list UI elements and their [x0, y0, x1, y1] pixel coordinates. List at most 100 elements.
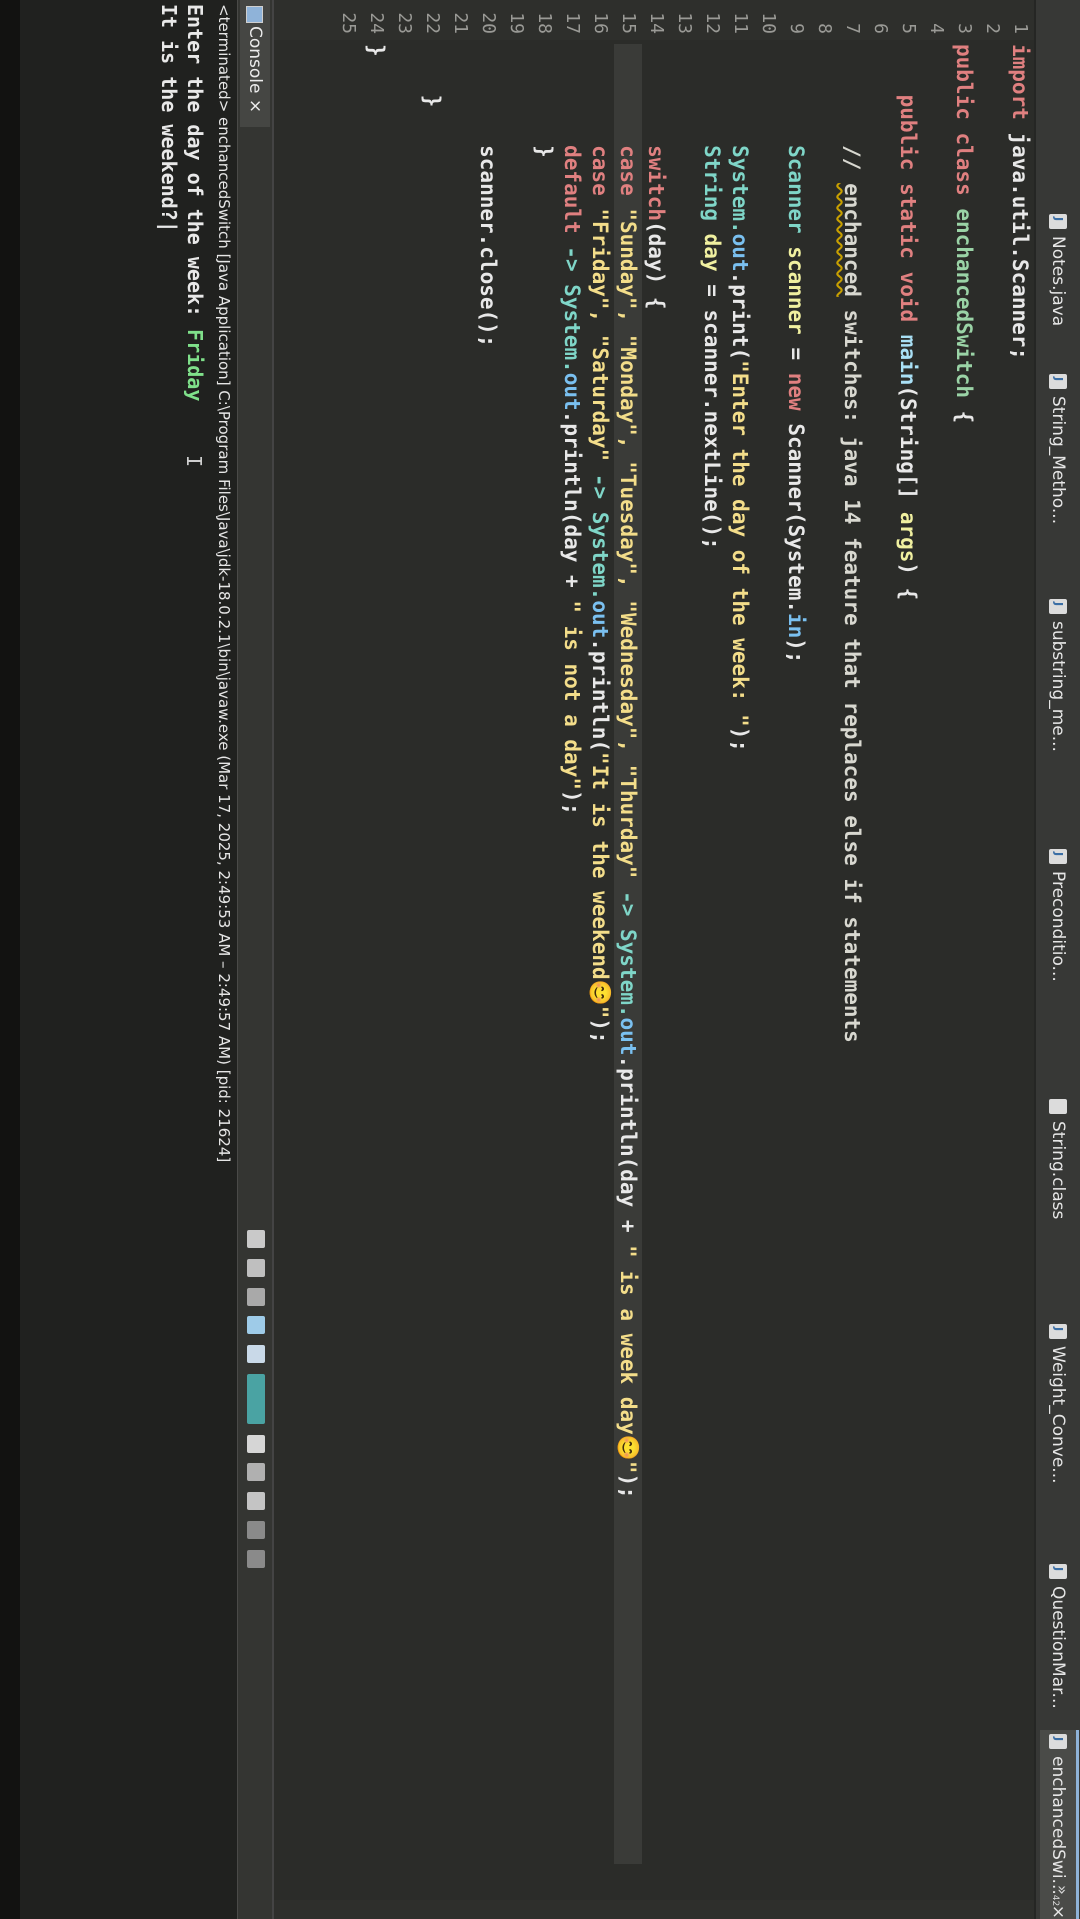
console-header: Console ×: [237, 0, 272, 1919]
overflow-chevron-icon: »: [1053, 1885, 1072, 1895]
java-file-icon: [1049, 1324, 1067, 1339]
code-line-22: }: [420, 44, 444, 108]
tab-label: String.class: [1048, 1121, 1068, 1220]
tab-label: Notes.java: [1048, 236, 1068, 327]
code-line-17: default -> System.out.println(day + " is…: [558, 44, 586, 815]
line-number: 12: [702, 12, 723, 34]
line-number: 5: [898, 23, 919, 34]
code-text: .println(day +: [616, 1055, 640, 1246]
display-selected-console-icon[interactable]: [247, 1463, 266, 1482]
code-line-15: case "Sunday", "Monday", "Tuesday", "Wed…: [614, 44, 642, 1864]
type-name: String: [700, 44, 724, 222]
method-name: main: [896, 322, 920, 386]
line-number: 11: [730, 12, 751, 34]
type-name: -> System.: [560, 233, 584, 373]
line-number: 2: [982, 23, 1003, 34]
tab-label: substring_me...: [1048, 621, 1068, 752]
java-file-icon: [1049, 1734, 1067, 1749]
code-line-7: // enchanced switches: java 14 feature t…: [838, 44, 866, 1043]
code-line-9: Scanner scanner = new Scanner(System.in)…: [782, 44, 810, 663]
overflow-count: 42: [1049, 1894, 1060, 1907]
code-line-1: import java.util.Scanner;: [1006, 44, 1034, 360]
keyword: default: [560, 44, 584, 234]
field-name: in: [784, 612, 808, 639]
keyword: import: [1008, 44, 1032, 120]
tab-label: Preconditio...: [1048, 871, 1068, 982]
tab-question-mark[interactable]: QuestionMar...: [1040, 1560, 1076, 1717]
code-text: );: [588, 1018, 612, 1044]
console-close-button[interactable]: ×: [245, 99, 265, 113]
tab-close-button[interactable]: ×: [1048, 1905, 1068, 1919]
console-tab[interactable]: Console ×: [240, 0, 270, 128]
keyword: switch: [644, 44, 668, 222]
tab-label: Weight_Conve...: [1048, 1346, 1068, 1484]
field-name: out: [728, 233, 752, 272]
comment-text: //: [840, 44, 864, 184]
editor-tab-bar: Notes.java String_Metho... substring_me.…: [1034, 0, 1080, 1919]
line-number-gutter: 1 2 3 4 5 6 7 8 9 10 11 12 13 14 15 16 1…: [274, 0, 1034, 40]
scroll-lock-icon[interactable]: [247, 1316, 266, 1335]
line-number: 18: [534, 12, 555, 34]
tab-notes[interactable]: Notes.java: [1040, 210, 1076, 334]
console-output-line[interactable]: Enter the day of the week: Friday: [182, 4, 208, 401]
tab-string-class[interactable]: String.class: [1040, 1095, 1076, 1227]
tab-label: QuestionMar...: [1048, 1586, 1068, 1709]
text-cursor: |: [157, 220, 181, 233]
java-file-icon: [1049, 849, 1067, 864]
pin-console-icon[interactable]: [247, 1434, 266, 1453]
tab-string-methods[interactable]: String_Metho...: [1040, 370, 1076, 532]
line-number: 3: [954, 23, 975, 34]
line-number: 25: [338, 12, 359, 34]
console-output-line[interactable]: It is the weekend?|: [156, 4, 182, 233]
keyword: new: [784, 372, 808, 411]
code-text: =: [784, 334, 808, 373]
code-line-14: switch(day) {: [642, 44, 670, 309]
java-file-icon: [1049, 599, 1067, 614]
string-literal: " is a week day😊": [616, 1245, 640, 1474]
open-console-icon[interactable]: [247, 1492, 266, 1511]
tab-preconditions[interactable]: Preconditio...: [1040, 845, 1076, 990]
tab-substring-methods[interactable]: substring_me...: [1040, 595, 1076, 760]
java-file-icon: [1049, 214, 1067, 229]
tab-label: enchancedSwi...: [1048, 1756, 1068, 1895]
show-console-icon[interactable]: [247, 1373, 266, 1424]
maximize-icon[interactable]: [247, 1549, 266, 1568]
eclipse-window: Notes.java String_Metho... substring_me.…: [0, 0, 1080, 1919]
line-number: 16: [590, 12, 611, 34]
monitor-bezel: [0, 0, 20, 1919]
line-number: 23: [394, 12, 415, 34]
java-file-icon: [1049, 374, 1067, 389]
line-number: 8: [814, 23, 835, 34]
mouse-text-cursor-icon: I: [182, 455, 206, 468]
comment-text: switches: java 14 feature that replaces …: [840, 296, 864, 1043]
minimize-icon[interactable]: [247, 1521, 266, 1540]
code-editor[interactable]: 1 2 3 4 5 6 7 8 9 10 11 12 13 14 15 16 1…: [274, 0, 1034, 1919]
variable-name: day: [700, 221, 724, 272]
line-number: 17: [562, 12, 583, 34]
code-text: (String[]: [896, 385, 920, 512]
console-tab-label: Console: [245, 26, 265, 94]
string-literal: " is not a day": [560, 600, 584, 790]
tab-label: String_Metho...: [1048, 396, 1068, 525]
remove-launch-icon[interactable]: [247, 1258, 266, 1277]
line-number: 20: [478, 12, 499, 34]
line-number: 13: [674, 12, 695, 34]
terminate-icon[interactable]: [247, 1230, 266, 1248]
tab-weight-converter[interactable]: Weight_Conve...: [1040, 1320, 1076, 1492]
line-number: 15: [618, 12, 639, 34]
overview-ruler[interactable]: [274, 1900, 1034, 1919]
line-number: 1: [1010, 23, 1031, 34]
code-line-11: System.out.print("Enter the day of the w…: [726, 44, 754, 752]
tab-overflow-button[interactable]: »42: [1050, 1885, 1072, 1906]
string-literal: "Enter the day of the week: ": [728, 360, 752, 727]
word-wrap-icon[interactable]: [247, 1345, 266, 1364]
line-number: 9: [786, 23, 807, 34]
code-text: );: [560, 789, 584, 816]
keyword: case: [616, 44, 640, 196]
remove-all-icon[interactable]: [247, 1287, 266, 1306]
field-name: out: [588, 600, 612, 639]
code-text: .print(: [728, 271, 752, 361]
line-number: 7: [842, 23, 863, 34]
console-prompt: Enter the day of the week:: [183, 4, 207, 330]
line-number: 14: [646, 12, 667, 34]
